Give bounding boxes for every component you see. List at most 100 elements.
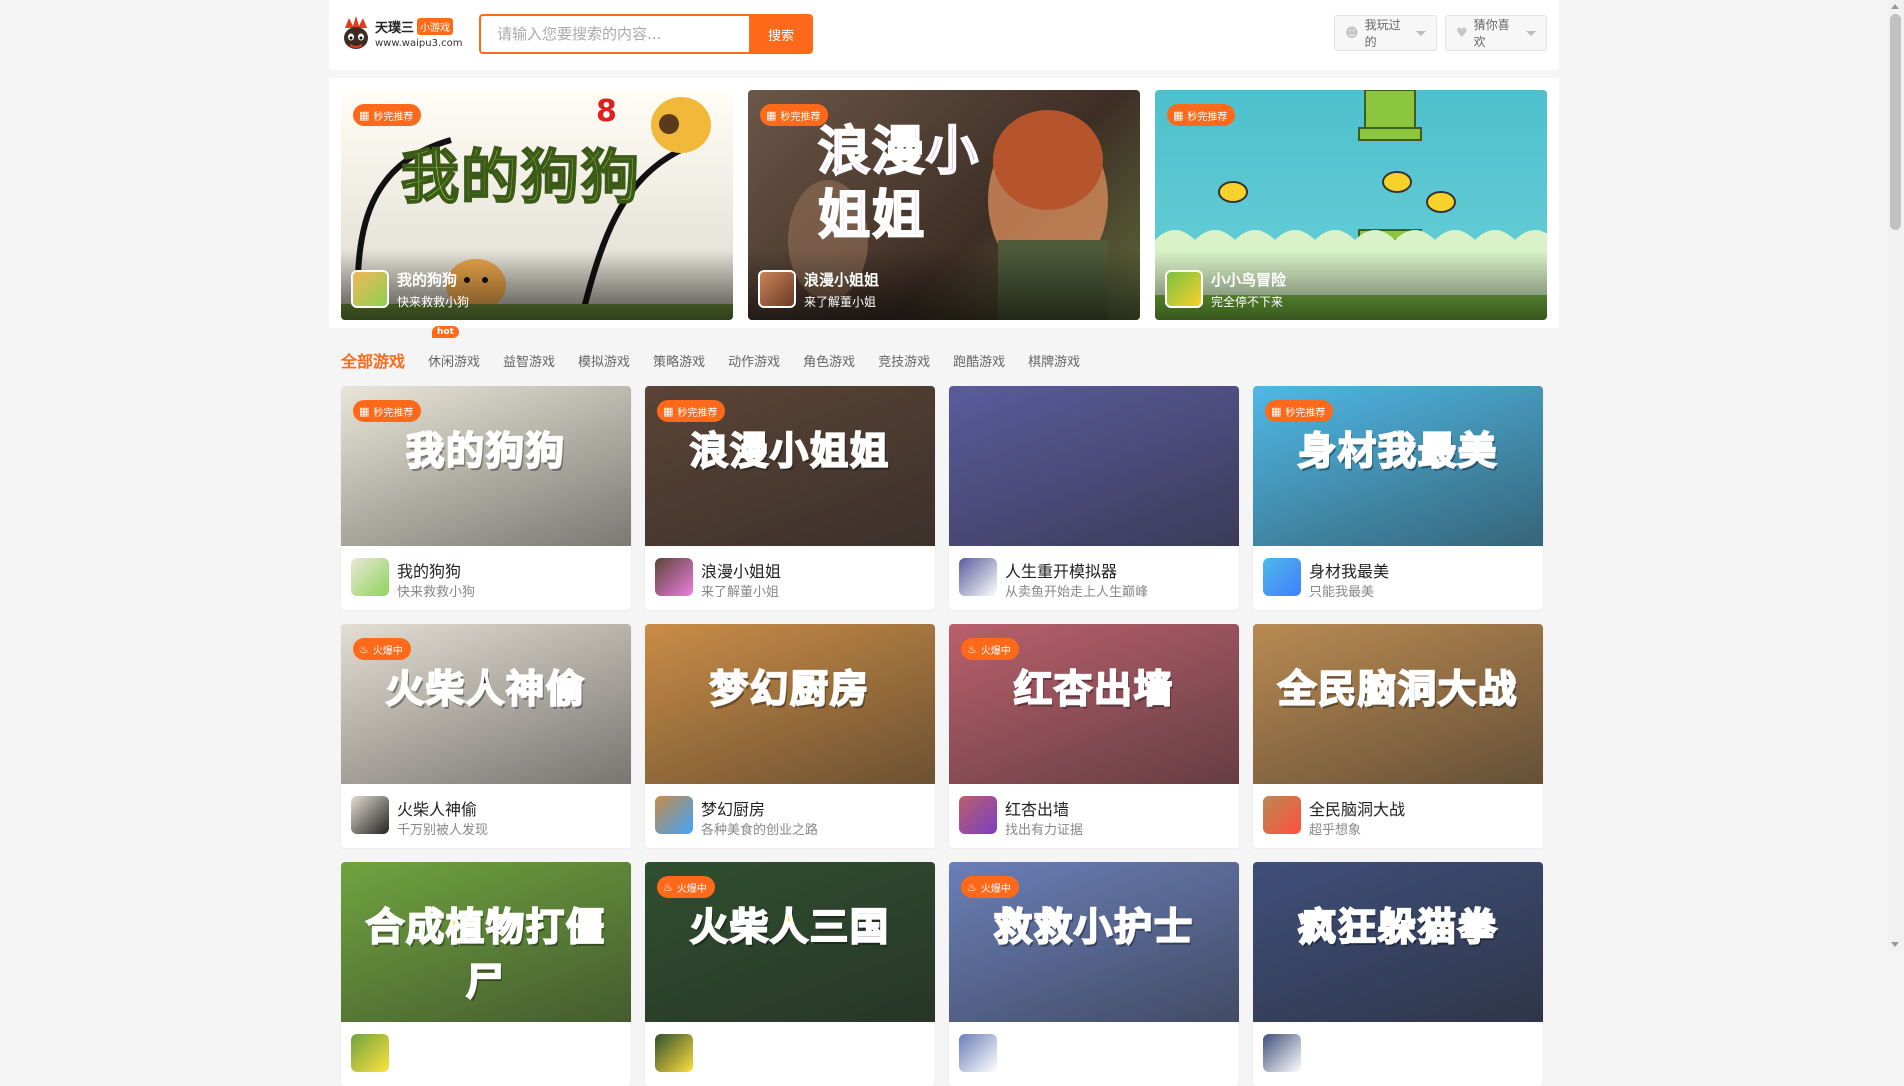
game-icon: [351, 558, 389, 596]
site-logo[interactable]: 天璞三 小游戏 www.waipu3.com: [341, 14, 462, 52]
gamepad-icon: ▦: [359, 108, 370, 122]
game-icon: [351, 270, 389, 308]
game-icon: [351, 796, 389, 834]
tab-casual[interactable]: hot 休闲游戏: [428, 325, 480, 370]
thumbnail-art-title: 浪漫小姐姐: [689, 428, 890, 474]
game-thumbnail: 疯狂躲猫拳: [1253, 862, 1543, 1022]
played-dropdown[interactable]: ☻ 我玩过的: [1334, 15, 1437, 51]
featured-art-title: 我的狗狗: [400, 142, 642, 212]
game-icon: [959, 796, 997, 834]
tab-rpg[interactable]: 角色游戏: [803, 351, 855, 370]
game-card[interactable]: 身材我最美 ▦ 秒完推荐 身材我最美 只能我最美: [1253, 386, 1543, 610]
hot-badge: ♨ 火爆中: [353, 638, 411, 660]
flame-icon: ♨: [663, 880, 673, 894]
liked-dropdown[interactable]: ♥ 猜你喜欢: [1445, 15, 1547, 51]
logo-url: www.waipu3.com: [375, 38, 463, 49]
recommend-badge: ▦ 秒完推荐: [353, 400, 422, 422]
recommend-badge: ▦ 秒完推荐: [1265, 400, 1334, 422]
tab-puzzle[interactable]: 益智游戏: [503, 351, 555, 370]
hot-badge: hot: [432, 325, 459, 338]
thumbnail-art-title: 疯狂躲猫拳: [1297, 904, 1498, 950]
badge-label: 秒完推荐: [780, 111, 821, 123]
badge-label: 火爆中: [980, 645, 1011, 657]
game-card[interactable]: 人生重开模拟器 从卖鱼开始走上人生巅峰: [949, 386, 1239, 610]
game-title: 全民脑洞大战: [1309, 800, 1406, 819]
game-card[interactable]: 合成植物打僵尸: [341, 862, 631, 1086]
thumbnail-art-title: 我的狗狗: [405, 428, 566, 474]
scrollbar[interactable]: [1887, 0, 1904, 951]
hot-badge: ♨ 火爆中: [961, 876, 1019, 898]
featured-card[interactable]: 浪漫小姐姐 ▦ 秒完推荐 浪漫小姐姐 来了解董小姐: [748, 90, 1140, 320]
search-input[interactable]: [479, 14, 749, 54]
game-card[interactable]: 全民脑洞大战 全民脑洞大战 超乎想象: [1253, 624, 1543, 848]
tab-parkour[interactable]: 跑酷游戏: [953, 351, 1005, 370]
featured-title: 浪漫小姐姐: [804, 271, 880, 289]
game-card[interactable]: 我的狗狗 ▦ 秒完推荐 我的狗狗 快来救救小狗: [341, 386, 631, 610]
hot-badge: ♨ 火爆中: [961, 638, 1019, 660]
badge-label: 火爆中: [980, 883, 1011, 895]
game-subtitle: 来了解董小姐: [701, 585, 780, 600]
tab-strategy[interactable]: 策略游戏: [653, 351, 705, 370]
tab-competitive[interactable]: 竞技游戏: [878, 351, 930, 370]
featured-title: 我的狗狗: [397, 271, 458, 289]
badge-label: 火爆中: [676, 883, 707, 895]
game-card[interactable]: 火柴人神偷 ♨ 火爆中 火柴人神偷 千万别被人发现: [341, 624, 631, 848]
game-subtitle: 超乎想象: [1309, 823, 1362, 838]
thumbnail-art-title: 全民脑洞大战: [1277, 666, 1518, 712]
featured-card[interactable]: 我的狗狗 8 ▦ 秒完推荐 我的狗狗 快来救救小狗: [341, 90, 733, 320]
gamepad-icon: ▦: [663, 404, 674, 418]
game-icon: [1165, 270, 1203, 308]
game-subtitle: 从卖鱼开始走上人生巅峰: [1005, 585, 1149, 600]
game-card[interactable]: 火柴人三国 ♨ 火爆中: [645, 862, 935, 1086]
game-thumbnail: [949, 386, 1239, 546]
badge-label: 秒完推荐: [373, 111, 414, 123]
tab-all-games[interactable]: 全部游戏: [341, 348, 405, 372]
gamepad-icon: ▦: [1173, 108, 1184, 122]
tab-action[interactable]: 动作游戏: [728, 351, 780, 370]
game-icon: [1263, 558, 1301, 596]
game-card[interactable]: 浪漫小姐姐 ▦ 秒完推荐浪漫小姐姐来了解董小姐: [645, 386, 935, 610]
game-title: 红杏出墙: [1005, 800, 1070, 819]
game-icon: [758, 270, 796, 308]
featured-art-title: 浪漫小姐姐: [817, 121, 981, 247]
game-icon: [1263, 1034, 1301, 1072]
game-thumbnail: 合成植物打僵尸: [341, 862, 631, 1022]
search-bar: 搜索: [479, 14, 813, 54]
tab-board[interactable]: 棋牌游戏: [1028, 351, 1080, 370]
scroll-thumb[interactable]: [1890, 14, 1901, 230]
user-icon: ☻: [1345, 25, 1359, 41]
gamepad-icon: ▦: [359, 404, 370, 418]
badge-label: 秒完推荐: [677, 407, 718, 419]
search-button[interactable]: 搜索: [749, 14, 813, 54]
recommend-badge: ▦ 秒完推荐: [760, 104, 829, 126]
featured-title: 小小鸟冒险: [1211, 271, 1287, 289]
thumbnail-art-title: 梦幻厨房: [709, 666, 870, 712]
game-icon: [959, 1034, 997, 1072]
game-icon: [1263, 796, 1301, 834]
game-title: 梦幻厨房: [701, 800, 766, 819]
featured-subtitle: 来了解董小姐: [804, 295, 877, 309]
thumbnail-art-title: 合成植物打僵尸: [365, 904, 606, 1005]
game-title: 浪漫小姐姐: [701, 562, 782, 581]
game-card[interactable]: 梦幻厨房 梦幻厨房 各种美食的创业之路: [645, 624, 935, 848]
game-card[interactable]: 救救小护士 ♨ 火爆中: [949, 862, 1239, 1086]
recommend-badge: ▦ 秒完推荐: [657, 400, 726, 422]
flame-icon: ♨: [359, 642, 369, 656]
gamepad-icon: ▦: [1271, 404, 1282, 418]
flame-icon: ♨: [967, 642, 977, 656]
featured-card[interactable]: ▦ 秒完推荐 小小鸟冒险 完全停不下来: [1155, 90, 1547, 320]
gamepad-icon: ▦: [766, 108, 777, 122]
recommend-badge: ▦ 秒完推荐: [1167, 104, 1236, 126]
scroll-up-arrow[interactable]: [1891, 4, 1899, 9]
tab-simulation[interactable]: 模拟游戏: [578, 351, 630, 370]
scroll-down-arrow[interactable]: [1891, 942, 1899, 947]
game-card[interactable]: 疯狂躲猫拳: [1253, 862, 1543, 1086]
featured-subtitle: 快来救救小狗: [397, 295, 470, 309]
game-subtitle: 只能我最美: [1309, 585, 1375, 600]
game-icon: [351, 1034, 389, 1072]
thumbnail-art-title: 红杏出墙: [1013, 666, 1174, 712]
hot-badge: ♨ 火爆中: [657, 876, 715, 898]
game-card[interactable]: 红杏出墙 ♨ 火爆中 红杏出墙 找出有力证据: [949, 624, 1239, 848]
game-icon: [655, 1034, 693, 1072]
game-title: 火柴人神偷: [397, 800, 478, 819]
